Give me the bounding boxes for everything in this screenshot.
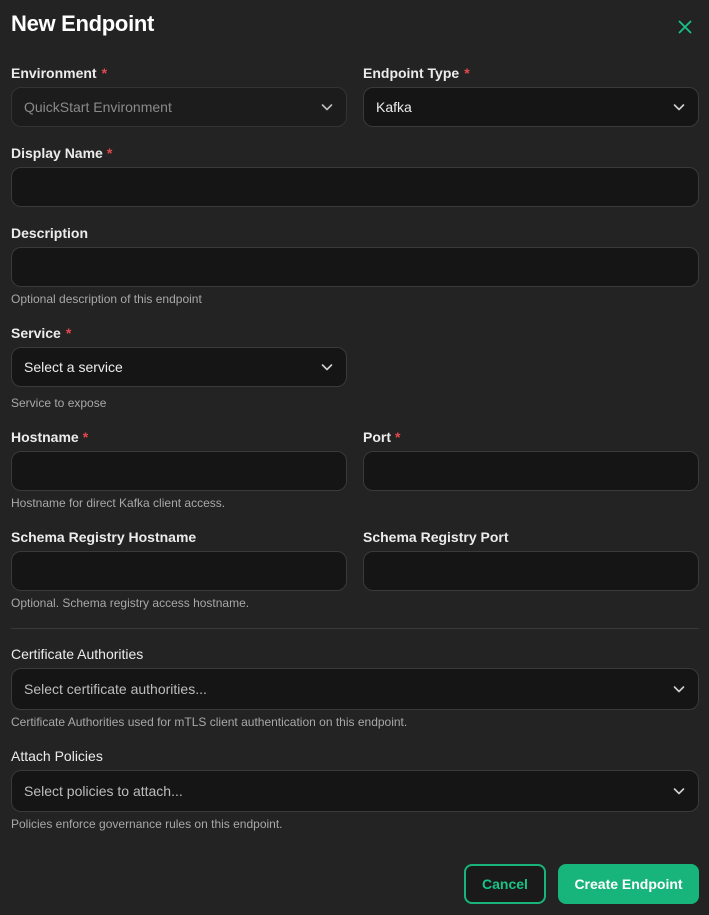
schema-hostname-input[interactable] (24, 562, 334, 580)
attach-policies-label: Attach Policies (11, 748, 103, 764)
hostname-hint: Hostname for direct Kafka client access. (11, 496, 226, 510)
port-label: Port * (363, 429, 401, 445)
create-endpoint-button[interactable]: Create Endpoint (558, 864, 699, 904)
description-input[interactable] (24, 258, 686, 276)
hostname-field[interactable] (11, 451, 347, 491)
attach-policies-hint: Policies enforce governance rules on thi… (11, 817, 283, 831)
close-button[interactable] (675, 17, 695, 37)
certificate-authorities-hint: Certificate Authorities used for mTLS cl… (11, 715, 408, 729)
close-icon (678, 20, 692, 34)
environment-label: Environment * (11, 65, 108, 81)
display-name-input[interactable] (24, 178, 686, 196)
certificate-authorities-select[interactable]: Select certificate authorities... (11, 668, 699, 710)
hostname-input[interactable] (24, 462, 334, 480)
chevron-down-icon (673, 686, 685, 693)
display-name-field[interactable] (11, 167, 699, 207)
chevron-down-icon (673, 788, 685, 795)
description-hint: Optional description of this endpoint (11, 292, 202, 306)
schema-hostname-label: Schema Registry Hostname (11, 529, 197, 545)
certificate-authorities-label: Certificate Authorities (11, 646, 144, 662)
endpoint-type-label: Endpoint Type * (363, 65, 470, 81)
schema-port-field[interactable] (363, 551, 699, 591)
service-select[interactable]: Select a service (11, 347, 347, 387)
port-field[interactable] (363, 451, 699, 491)
schema-hostname-field[interactable] (11, 551, 347, 591)
chevron-down-icon (321, 364, 333, 371)
hostname-label: Hostname * (11, 429, 89, 445)
schema-hostname-hint: Optional. Schema registry access hostnam… (11, 596, 250, 610)
port-input[interactable] (376, 462, 686, 480)
dialog-title: New Endpoint (11, 11, 155, 36)
service-label: Service * (11, 325, 72, 341)
chevron-down-icon (673, 104, 685, 111)
display-name-label: Display Name * (11, 145, 113, 161)
chevron-down-icon (321, 104, 333, 111)
schema-port-label: Schema Registry Port (363, 529, 509, 545)
endpoint-type-select[interactable]: Kafka (363, 87, 699, 127)
description-field[interactable] (11, 247, 699, 287)
schema-port-input[interactable] (376, 562, 686, 580)
cancel-button[interactable]: Cancel (464, 864, 546, 904)
section-divider (11, 628, 699, 629)
service-hint: Service to expose (11, 396, 107, 410)
environment-select[interactable]: QuickStart Environment (11, 87, 347, 127)
attach-policies-select[interactable]: Select policies to attach... (11, 770, 699, 812)
description-label: Description (11, 225, 89, 241)
